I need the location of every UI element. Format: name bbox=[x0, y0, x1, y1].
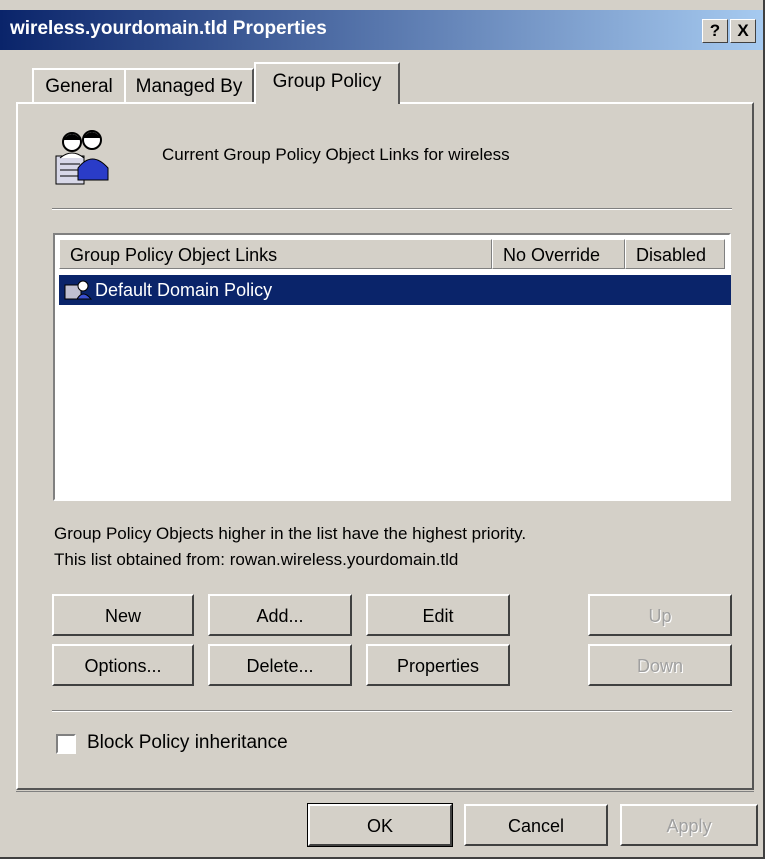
properties-button[interactable]: Properties bbox=[366, 644, 510, 686]
tab-group-policy[interactable]: Group Policy bbox=[254, 62, 400, 104]
down-button[interactable]: Down bbox=[588, 644, 732, 686]
list-item[interactable]: Default Domain Policy bbox=[59, 275, 731, 305]
header-divider bbox=[52, 208, 732, 210]
add-button[interactable]: Add... bbox=[208, 594, 352, 636]
new-button[interactable]: New bbox=[52, 594, 194, 636]
source-note: This list obtained from: rowan.wireless.… bbox=[54, 550, 459, 569]
edit-button[interactable]: Edit bbox=[366, 594, 510, 636]
column-header-links[interactable]: Group Policy Object Links bbox=[59, 239, 492, 269]
column-header-disabled[interactable]: Disabled bbox=[625, 239, 725, 269]
list-item-label: Default Domain Policy bbox=[95, 280, 273, 300]
column-header-no-override[interactable]: No Override bbox=[492, 239, 625, 269]
block-inheritance-label[interactable]: Block Policy inheritance bbox=[87, 732, 288, 754]
close-button[interactable]: X bbox=[730, 19, 756, 43]
priority-note: Group Policy Objects higher in the list … bbox=[54, 524, 527, 543]
tab-general[interactable]: General bbox=[32, 68, 126, 102]
ok-button[interactable]: OK bbox=[307, 803, 453, 847]
options-button[interactable]: Options... bbox=[52, 644, 194, 686]
footer-divider bbox=[16, 791, 754, 792]
cancel-button[interactable]: Cancel bbox=[464, 804, 608, 846]
up-button[interactable]: Up bbox=[588, 594, 732, 636]
help-button[interactable]: ? bbox=[702, 19, 728, 43]
tab-managed-by[interactable]: Managed By bbox=[124, 68, 254, 102]
properties-dialog: wireless.yourdomain.tld Properties ? X G… bbox=[0, 0, 765, 859]
delete-button[interactable]: Delete... bbox=[208, 644, 352, 686]
title-bar[interactable]: wireless.yourdomain.tld Properties ? X bbox=[0, 10, 763, 50]
users-icon bbox=[50, 128, 116, 188]
header-text: Current Group Policy Object Links for wi… bbox=[162, 145, 510, 164]
options-divider bbox=[52, 710, 732, 712]
group-policy-icon bbox=[63, 279, 93, 301]
block-inheritance-checkbox[interactable] bbox=[56, 734, 76, 754]
window-title: wireless.yourdomain.tld Properties bbox=[10, 18, 327, 39]
apply-button[interactable]: Apply bbox=[620, 804, 758, 846]
gpo-links-list[interactable]: Group Policy Object Links No Override Di… bbox=[53, 233, 731, 501]
